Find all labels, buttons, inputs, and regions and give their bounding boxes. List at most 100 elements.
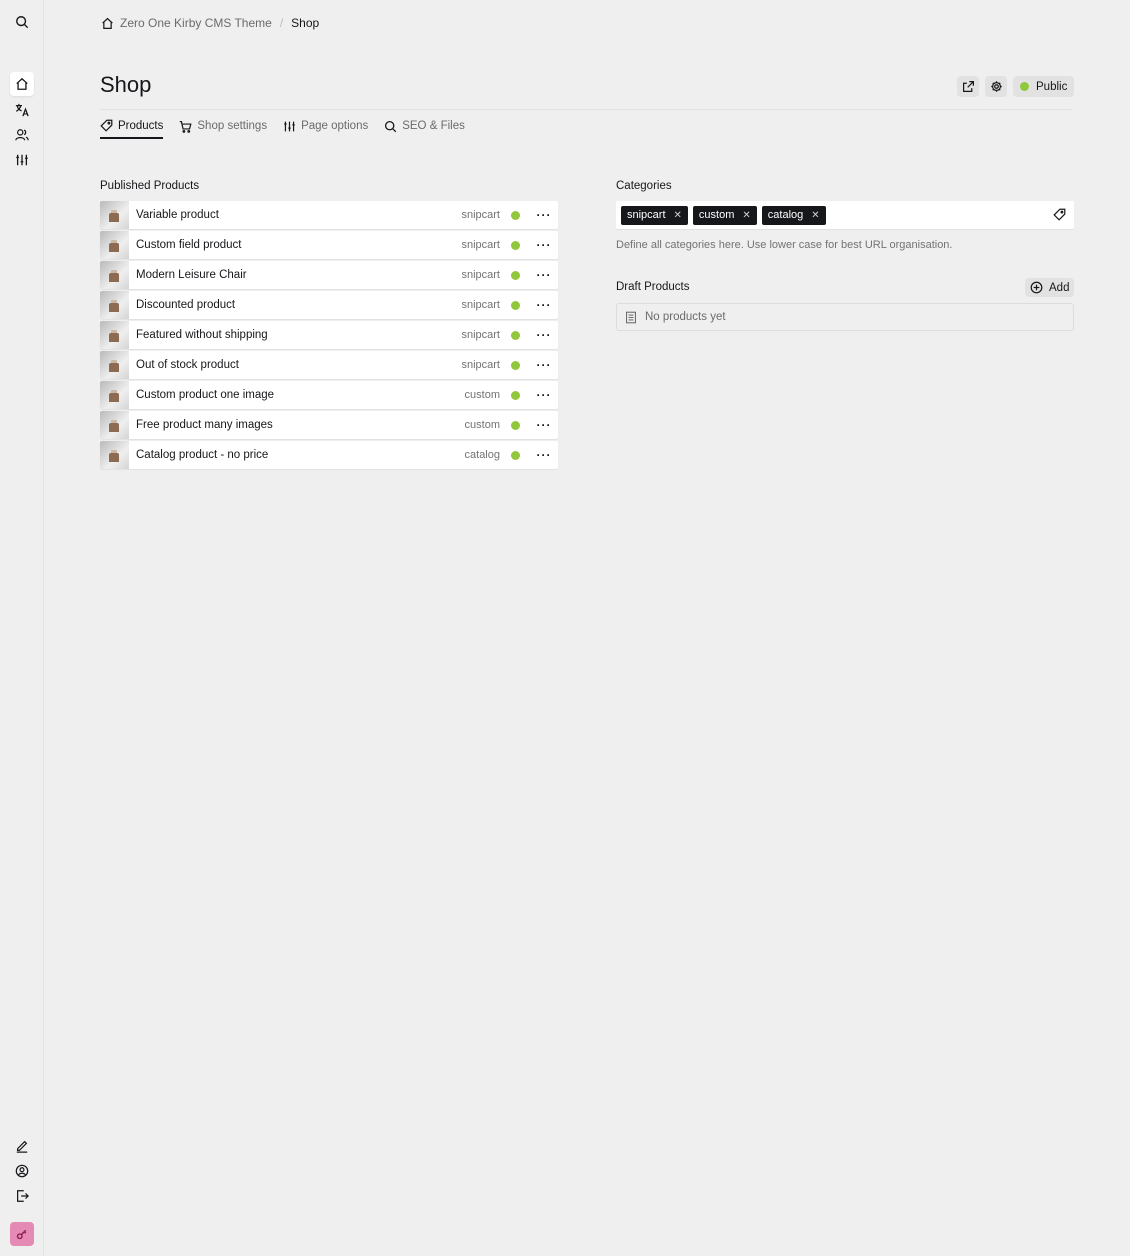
product-category: custom: [464, 389, 500, 401]
translate-icon: [15, 103, 29, 117]
search-icon: [385, 120, 397, 132]
sidebar-item-site[interactable]: [10, 72, 34, 96]
tab-page-options[interactable]: Page options: [283, 116, 368, 136]
status-dot-icon: [510, 330, 520, 340]
list-item[interactable]: Custom field product snipcart ···: [100, 231, 558, 259]
tag-icon: [1053, 208, 1066, 221]
status-button[interactable]: [500, 240, 530, 250]
open-button[interactable]: [957, 76, 979, 97]
account-button[interactable]: [10, 1159, 34, 1183]
product-title[interactable]: Catalog product - no price: [129, 449, 440, 461]
add-draft-button[interactable]: Add: [1025, 278, 1075, 297]
remove-tag-icon[interactable]: ✕: [742, 210, 750, 221]
product-title[interactable]: Custom product one image: [129, 389, 440, 401]
page-title: Shop: [100, 72, 152, 97]
settings-button[interactable]: [985, 76, 1007, 97]
product-category: snipcart: [461, 299, 500, 311]
breadcrumb: Zero One Kirby CMS Theme / Shop: [101, 14, 319, 32]
options-button[interactable]: ···: [530, 291, 558, 319]
product-thumbnail: [100, 231, 129, 259]
status-button[interactable]: [500, 360, 530, 370]
options-button[interactable]: ···: [530, 381, 558, 409]
status-dot-icon: [510, 450, 520, 460]
status-dot-icon: [510, 300, 520, 310]
categories-field[interactable]: snipcart ✕ custom ✕ catalog ✕: [616, 201, 1074, 229]
status-button[interactable]: [500, 450, 530, 460]
list-item[interactable]: Discounted product snipcart ···: [100, 291, 558, 319]
status-dot-icon: [1020, 82, 1029, 91]
product-title[interactable]: Out of stock product: [129, 359, 440, 371]
product-title[interactable]: Featured without shipping: [129, 329, 440, 341]
status-button[interactable]: [500, 210, 530, 220]
breadcrumb-site[interactable]: Zero One Kirby CMS Theme: [120, 16, 272, 30]
breadcrumb-current[interactable]: Shop: [291, 16, 319, 30]
license-button[interactable]: [10, 1222, 34, 1246]
options-button[interactable]: ···: [530, 351, 558, 379]
product-category: snipcart: [461, 359, 500, 371]
product-thumbnail: [100, 261, 129, 289]
status-dot-icon: [510, 210, 520, 220]
sidebar: [0, 0, 44, 1256]
list-item[interactable]: Modern Leisure Chair snipcart ···: [100, 261, 558, 289]
status-button[interactable]: [500, 390, 530, 400]
tab-products[interactable]: Products: [100, 116, 164, 139]
status-dot-icon: [510, 390, 520, 400]
changes-button[interactable]: [10, 1134, 34, 1158]
sidebar-item-system[interactable]: [10, 148, 34, 172]
sidebar-item-users[interactable]: [10, 123, 34, 147]
product-thumbnail: [100, 291, 129, 319]
published-products-label: Published Products: [100, 180, 200, 192]
product-title[interactable]: Custom field product: [129, 239, 440, 251]
list-item[interactable]: Custom product one image custom ···: [100, 381, 558, 409]
product-title[interactable]: Discounted product: [129, 299, 440, 311]
list-item[interactable]: Featured without shipping snipcart ···: [100, 321, 558, 349]
category-tag[interactable]: catalog ✕: [761, 205, 826, 225]
list-item[interactable]: Variable product snipcart ···: [100, 201, 558, 229]
list-item[interactable]: Catalog product - no price catalog ···: [100, 441, 558, 469]
home-icon: [16, 77, 28, 90]
status-dot-icon: [510, 360, 520, 370]
category-tag[interactable]: snipcart ✕: [621, 205, 688, 225]
remove-tag-icon[interactable]: ✕: [674, 210, 682, 221]
logout-button[interactable]: [10, 1184, 34, 1208]
tag-label: snipcart: [627, 209, 666, 221]
users-icon: [15, 129, 29, 141]
sidebar-item-languages[interactable]: [10, 98, 34, 122]
product-title[interactable]: Modern Leisure Chair: [129, 269, 440, 281]
product-title[interactable]: Free product many images: [129, 419, 440, 431]
status-button[interactable]: [500, 330, 530, 340]
gear-icon: [990, 81, 1002, 92]
cart-icon: [180, 120, 192, 133]
product-title[interactable]: Variable product: [129, 209, 440, 221]
categories-label: Categories: [616, 180, 672, 192]
header-actions: Public: [957, 76, 1075, 97]
status-button[interactable]: [500, 300, 530, 310]
status-button[interactable]: Public: [1013, 76, 1075, 97]
sliders-icon: [16, 154, 28, 166]
remove-tag-icon[interactable]: ✕: [811, 210, 819, 221]
status-button[interactable]: [500, 270, 530, 280]
tab-shop-settings[interactable]: Shop settings: [179, 116, 267, 136]
product-category: catalog: [464, 449, 500, 461]
home-icon[interactable]: [101, 17, 114, 30]
status-button[interactable]: [500, 420, 530, 430]
product-category: custom: [464, 419, 500, 431]
product-category: snipcart: [461, 269, 500, 281]
options-button[interactable]: ···: [530, 201, 558, 229]
tab-seo-files[interactable]: SEO & Files: [384, 116, 465, 136]
tag-icon: [100, 119, 113, 132]
category-tag[interactable]: custom ✕: [692, 205, 757, 225]
options-button[interactable]: ···: [530, 321, 558, 349]
list-item[interactable]: Free product many images custom ···: [100, 411, 558, 439]
options-button[interactable]: ···: [530, 261, 558, 289]
status-label: Public: [1036, 80, 1068, 93]
draft-products-label: Draft Products: [616, 281, 690, 293]
options-button[interactable]: ···: [530, 411, 558, 439]
search-button[interactable]: [10, 10, 34, 34]
product-thumbnail: [100, 351, 129, 379]
edit-icon: [16, 1140, 28, 1153]
product-category: snipcart: [461, 329, 500, 341]
options-button[interactable]: ···: [530, 231, 558, 259]
options-button[interactable]: ···: [530, 441, 558, 469]
list-item[interactable]: Out of stock product snipcart ···: [100, 351, 558, 379]
